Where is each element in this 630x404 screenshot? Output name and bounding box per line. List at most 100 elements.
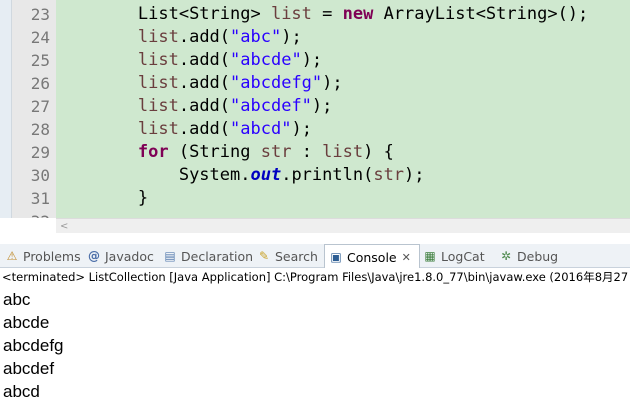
code-token: );: [404, 165, 425, 185]
code-keyword: new: [342, 4, 374, 24]
code-token: );: [322, 73, 343, 93]
scroll-left-arrow-icon[interactable]: <: [60, 219, 68, 233]
close-icon[interactable]: ✕: [402, 251, 411, 264]
code-line[interactable]: list.add("abc");: [56, 26, 302, 49]
code-token: .add(: [178, 73, 231, 93]
line-number: 27: [30, 97, 50, 116]
code-variable: list: [137, 27, 179, 47]
code-editor[interactable]: 23 24 25 26 27 28 29 30 31 32 List<String> list =…: [0, 0, 630, 233]
code-variable: list: [137, 119, 179, 139]
code-token: .println(: [281, 165, 374, 185]
tab-javadoc[interactable]: @ Javadoc: [86, 244, 154, 268]
code-token: );: [281, 27, 302, 47]
console-icon: ▣: [330, 250, 342, 264]
logcat-icon: ▦: [424, 249, 436, 263]
code-line[interactable]: }: [56, 187, 148, 210]
code-line[interactable]: list.add("abcd");: [56, 118, 312, 141]
code-line[interactable]: List<String> list = new ArrayList<String…: [56, 3, 588, 26]
code-variable: list: [137, 73, 179, 93]
code-variable: list: [270, 4, 312, 24]
declaration-icon: ▤: [164, 249, 176, 263]
tab-logcat[interactable]: ▦ LogCat: [422, 244, 485, 268]
tab-label: Problems: [23, 248, 81, 264]
code-variable: list: [137, 50, 179, 70]
line-number: 30: [30, 166, 50, 185]
code-line[interactable]: list.add("abcdefg");: [56, 72, 343, 95]
console-output-line: abcde: [3, 313, 50, 332]
line-number: 29: [30, 143, 50, 162]
tab-debug[interactable]: ✲ Debug: [498, 244, 558, 268]
tab-console[interactable]: ▣ Console ✕: [324, 244, 420, 269]
tab-label: Javadoc: [105, 248, 154, 264]
code-line[interactable]: list.add("abcdef");: [56, 95, 333, 118]
line-number: 32: [31, 210, 50, 218]
code-token: =: [311, 4, 343, 24]
code-token: ArrayList<String>();: [373, 4, 589, 24]
code-line[interactable]: for (String str : list) {: [56, 141, 394, 164]
code-string: "abc": [230, 27, 282, 47]
code-token: }: [137, 188, 149, 208]
javadoc-icon: @: [88, 249, 100, 263]
console-output-line: abc: [3, 290, 31, 309]
tab-search[interactable]: ✎ Search: [256, 244, 318, 268]
code-token: ) {: [363, 142, 394, 162]
code-variable: str: [260, 142, 292, 162]
console-output-line: abcdefg: [3, 336, 64, 355]
code-token: (String: [168, 142, 261, 162]
code-token: System.: [178, 165, 251, 185]
tab-label: Declaration: [181, 248, 254, 264]
code-token: .add(: [178, 50, 231, 70]
code-string: "abcde": [230, 50, 302, 70]
code-field: out: [250, 165, 282, 185]
tab-declaration[interactable]: ▤ Declaration: [162, 244, 253, 268]
horizontal-scrollbar[interactable]: <: [56, 218, 630, 233]
view-tab-bar: ⚠ Problems @ Javadoc ▤ Declaration ✎ Search ▣ Con…: [0, 244, 630, 269]
code-token: );: [311, 96, 333, 116]
tab-label: Search: [275, 248, 318, 264]
tab-label: Debug: [517, 248, 559, 264]
console-output-line: abcd: [3, 382, 40, 401]
code-line[interactable]: list.add("abcde");: [56, 49, 322, 72]
code-line[interactable]: System.out.println(str);: [56, 164, 425, 187]
code-variable: str: [373, 165, 405, 185]
tab-problems[interactable]: ⚠ Problems: [4, 244, 81, 268]
line-number: 23: [30, 5, 50, 24]
search-icon: ✎: [258, 249, 270, 263]
code-keyword: for: [137, 142, 169, 162]
code-string: "abcdef": [230, 96, 312, 116]
code-text-area[interactable]: List<String> list = new ArrayList<String…: [56, 0, 630, 218]
debug-icon: ✲: [500, 249, 512, 263]
code-variable: list: [322, 142, 364, 162]
line-number: 26: [30, 74, 50, 93]
code-token: .add(: [178, 96, 231, 116]
console-process-label: <terminated> ListCollection [Java Applic…: [0, 268, 630, 287]
line-number: 25: [30, 51, 50, 70]
line-number: 31: [30, 189, 50, 208]
code-token: );: [291, 119, 312, 139]
problems-icon: ⚠: [6, 249, 18, 263]
code-variable: list: [137, 96, 179, 116]
tab-label: Console: [347, 249, 397, 265]
line-number: 24: [30, 28, 50, 47]
line-number: 28: [30, 120, 50, 139]
code-string: "abcd": [230, 119, 292, 139]
tab-label: LogCat: [441, 248, 485, 264]
code-string: "abcdefg": [230, 73, 323, 93]
console-output-line: abcdef: [3, 359, 55, 378]
line-number-ruler: 23 24 25 26 27 28 29 30 31 32: [12, 0, 56, 218]
console-output[interactable]: abc abcde abcdefg abcdef abcd: [0, 288, 630, 404]
code-token: .add(: [178, 27, 231, 47]
code-token: :: [291, 142, 323, 162]
code-token: .add(: [178, 119, 231, 139]
code-token: List<String>: [137, 4, 271, 24]
annotation-ruler: [0, 0, 12, 218]
